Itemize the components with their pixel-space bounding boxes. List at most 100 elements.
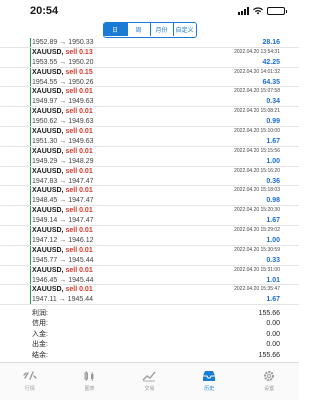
- trade-symbol: XAUUSD,: [32, 226, 64, 234]
- trade-timestamp: 2022.04.20 15:35:47: [234, 286, 280, 293]
- history-list[interactable]: 1952.89 → 1950.33 28.16 XAUUSD, sell 0.1…: [0, 38, 299, 307]
- trade-symbol: XAUUSD,: [32, 68, 64, 76]
- tab-label: 行情: [24, 386, 35, 392]
- segment-day[interactable]: 日: [103, 23, 127, 36]
- trade-symbol-action: XAUUSD, sell 0.01: [32, 147, 93, 157]
- trade-timestamp: 2022.04.20 15:30:59: [234, 246, 280, 253]
- trade-row-detail[interactable]: 1948.45 → 1947.47 0.98: [0, 196, 299, 207]
- status-icons: [238, 7, 287, 15]
- trade-row-detail[interactable]: 1947.83 → 1947.47 0.36: [0, 176, 299, 187]
- trade-row-detail[interactable]: 1951.30 → 1949.63 1.67: [0, 136, 299, 147]
- trade-timestamp: 2022.04.20 15:31:00: [234, 266, 280, 273]
- segment-custom[interactable]: 自定义: [172, 23, 196, 36]
- trade-symbol-action: XAUUSD, sell 0.01: [32, 127, 93, 137]
- trade-symbol: XAUUSD,: [32, 88, 64, 96]
- trade-row-header[interactable]: XAUUSD, sell 0.01 2022.04.20 15:08:21: [0, 107, 299, 118]
- trade-row-detail[interactable]: 1953.55 → 1950.20 42.25: [0, 57, 299, 68]
- trade-action: sell 0.01: [65, 167, 93, 175]
- trade-row-detail[interactable]: 1949.14 → 1947.47 1.67: [0, 216, 299, 226]
- summary-deposit: 入金: 0.00: [0, 330, 299, 340]
- wifi-icon: [253, 7, 263, 15]
- trade-row-header[interactable]: XAUUSD, sell 0.01 2022.04.20 15:15:56: [0, 146, 299, 157]
- summary-value: 155.66: [258, 351, 280, 359]
- partial-trade-row[interactable]: 1952.89 → 1950.33 28.16: [0, 38, 299, 48]
- trade-row-detail[interactable]: 1950.62 → 1949.63 0.99: [0, 117, 299, 127]
- segment-week[interactable]: 周: [126, 23, 150, 36]
- trade-action: sell 0.13: [65, 48, 93, 56]
- trade-row-header[interactable]: XAUUSD, sell 0.01 2022.04.20 15:20:30: [0, 206, 299, 217]
- trade-timestamp: 2022.04.20 15:18:03: [234, 187, 280, 194]
- trade-row-header[interactable]: XAUUSD, sell 0.01 2022.04.20 15:07:58: [0, 87, 299, 98]
- trade-action: sell 0.01: [65, 286, 93, 294]
- trade-profit: 42.25: [262, 58, 280, 66]
- trade-row-detail[interactable]: 1949.97 → 1949.63 0.34: [0, 97, 299, 108]
- trade-symbol: XAUUSD,: [32, 187, 64, 195]
- trade-prices: 1953.55 → 1950.20: [32, 58, 94, 66]
- trade-profit: 0.36: [266, 177, 280, 185]
- account-summary: 利润: 155.66 信用: 0.00 入金: 0.00 出金: 0.00 结余…: [0, 309, 299, 361]
- trade-row-detail[interactable]: 1954.55 → 1950.26 64.35: [0, 77, 299, 88]
- trade-timestamp: 2022.04.20 13:54:31: [234, 48, 280, 55]
- trade-prices: 1946.45 → 1945.44: [32, 276, 94, 284]
- segment-month[interactable]: 月份: [149, 23, 173, 36]
- status-time: 20:54: [30, 5, 59, 17]
- cellular-signal-icon: [238, 7, 249, 15]
- trade-symbol: XAUUSD,: [32, 108, 64, 116]
- trade-profit: 1.00: [266, 157, 280, 165]
- trade-row-detail[interactable]: 1946.45 → 1945.44 1.01: [0, 275, 299, 286]
- trade-row-header[interactable]: XAUUSD, sell 0.01 2022.04.20 15:18:03: [0, 186, 299, 197]
- trade-row-detail[interactable]: 1947.12 → 1946.12 1.00: [0, 235, 299, 246]
- trade-rows: XAUUSD, sell 0.13 2022.04.20 13:54:31 1953…: [0, 47, 299, 306]
- trade-row-detail[interactable]: 1949.29 → 1948.29 1.00: [0, 156, 299, 167]
- trade-action: sell 0.01: [65, 226, 93, 234]
- status-bar: 20:54: [0, 0, 299, 22]
- trade-action: sell 0.01: [65, 266, 93, 274]
- summary-value: 0.00: [266, 341, 280, 349]
- trade-profit: 1.00: [266, 236, 280, 244]
- tab-chart[interactable]: 图表: [70, 369, 110, 392]
- trade-prices: 1947.11 → 1945.44: [32, 296, 93, 304]
- trade-action: sell 0.01: [65, 88, 93, 96]
- trade-timestamp: 2022.04.20 15:16:20: [234, 167, 280, 174]
- summary-withdrawal: 出金: 0.00: [0, 340, 299, 350]
- trade-symbol-action: XAUUSD, sell 0.01: [32, 266, 93, 276]
- trade-profit: 64.35: [262, 78, 280, 86]
- trade-profit: 0.33: [266, 256, 280, 264]
- trade-prices: 1947.83 → 1947.47: [32, 177, 94, 185]
- trade-timestamp: 2022.04.20 15:10:00: [234, 127, 280, 134]
- trade-timestamp: 2022.04.20 15:08:21: [234, 108, 280, 115]
- trade-timestamp: 2022.04.20 15:15:56: [234, 147, 280, 154]
- tab-history[interactable]: 历史: [189, 369, 229, 392]
- trade-row-header[interactable]: XAUUSD, sell 0.01 2022.04.20 15:16:20: [0, 166, 299, 177]
- summary-profit: 利润: 155.66: [0, 309, 299, 319]
- trade-row-header[interactable]: XAUUSD, sell 0.01 2022.04.20 15:10:00: [0, 126, 299, 137]
- trade-row-header[interactable]: XAUUSD, sell 0.01 2022.04.20 15:35:47: [0, 285, 299, 296]
- tab-label: 图表: [84, 386, 95, 392]
- trade-row-header[interactable]: XAUUSD, sell 0.01 2022.04.20 15:30:59: [0, 245, 299, 256]
- trade-prices: 1951.30 → 1949.63: [32, 137, 94, 145]
- summary-label: 出金:: [32, 341, 48, 349]
- trade-prices: 1945.77 → 1945.44: [32, 256, 94, 264]
- trade-row-detail[interactable]: 1945.77 → 1945.44 0.33: [0, 255, 299, 266]
- tab-trade[interactable]: 交易: [129, 369, 169, 392]
- tab-quotes[interactable]: 行情: [10, 369, 50, 392]
- summary-value: 155.66: [258, 310, 280, 317]
- tab-label: 交易: [144, 386, 155, 392]
- trade-symbol: XAUUSD,: [32, 48, 64, 56]
- trade-row-header[interactable]: XAUUSD, sell 0.13 2022.04.20 13:54:31: [0, 47, 299, 58]
- summary-credit: 信用: 0.00: [0, 319, 299, 329]
- trade-symbol: XAUUSD,: [32, 286, 64, 294]
- trade-action: sell 0.01: [65, 108, 93, 116]
- chart-icon: [82, 369, 98, 383]
- trade-row-header[interactable]: XAUUSD, sell 0.15 2022.04.20 14:01:32: [0, 67, 299, 78]
- trade-row-detail[interactable]: 1947.11 → 1945.44 1.67: [0, 295, 299, 306]
- trade-symbol-action: XAUUSD, sell 0.13: [32, 48, 93, 58]
- trade-prices: 1950.62 → 1949.63: [32, 118, 94, 126]
- trade-profit: 1.67: [266, 217, 280, 225]
- trade-row-header[interactable]: XAUUSD, sell 0.01 2022.04.20 15:29:02: [0, 225, 299, 236]
- trade-symbol-action: XAUUSD, sell 0.01: [32, 167, 93, 177]
- tab-settings[interactable]: 设置: [249, 369, 289, 392]
- trade-row-header[interactable]: XAUUSD, sell 0.01 2022.04.20 15:31:00: [0, 265, 299, 276]
- trade-symbol-action: XAUUSD, sell 0.01: [32, 107, 93, 117]
- bottom-tab-bar: 行情 图表 交易 历史 设置: [0, 362, 299, 400]
